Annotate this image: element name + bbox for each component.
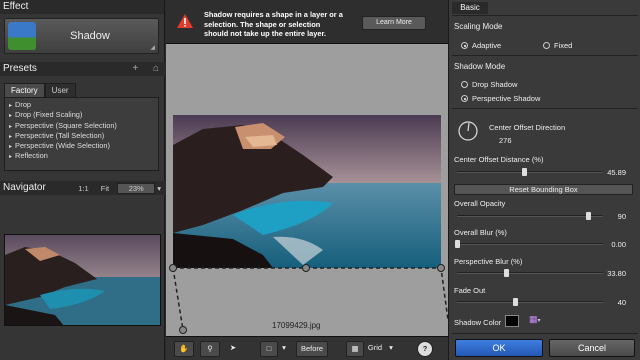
hand-tool-icon[interactable]: ✋ bbox=[174, 341, 194, 357]
effect-header: Effect bbox=[0, 0, 164, 14]
center-offset-direction-label: Center Offset Direction bbox=[489, 123, 566, 132]
color-picker-icon[interactable]: ▦▾ bbox=[529, 314, 541, 325]
preset-item[interactable]: Reflection bbox=[9, 151, 158, 161]
grid-icon[interactable]: ▦ bbox=[346, 341, 364, 357]
main-image[interactable] bbox=[173, 115, 441, 268]
overall-blur-label: Overall Blur (%) bbox=[454, 228, 507, 237]
slider-thumb[interactable] bbox=[513, 298, 519, 306]
center-offset-direction-value[interactable]: 276 bbox=[499, 136, 512, 145]
radio-drop-shadow[interactable]: Drop Shadow bbox=[461, 80, 517, 89]
navigator-preview[interactable] bbox=[4, 234, 161, 326]
slider-thumb[interactable] bbox=[504, 269, 510, 277]
center-offset-distance-value[interactable]: 45.89 bbox=[596, 168, 626, 177]
warning-banner: Shadow requires a shape in a layer or a … bbox=[166, 0, 448, 44]
home-icon[interactable]: ⌂ bbox=[153, 63, 159, 74]
photo-canvas bbox=[173, 115, 441, 268]
fade-out-slider[interactable] bbox=[457, 298, 603, 306]
overall-opacity-slider[interactable] bbox=[457, 212, 603, 220]
warning-text: Shadow requires a shape in a layer or a … bbox=[204, 10, 343, 38]
dropdown-arrow-icon: ◢ bbox=[150, 45, 155, 51]
preset-list: Drop Drop (Fixed Scaling) Perspective (S… bbox=[4, 97, 159, 171]
radio-adaptive[interactable]: Adaptive bbox=[461, 41, 501, 50]
before-button[interactable]: Before bbox=[296, 341, 328, 357]
preset-tabs: Factory User bbox=[4, 83, 76, 97]
learn-more-button[interactable]: Learn More bbox=[362, 16, 426, 30]
scaling-mode-title: Scaling Mode bbox=[454, 22, 503, 31]
bbox-handle[interactable] bbox=[302, 264, 310, 272]
overall-opacity-value[interactable]: 90 bbox=[596, 212, 626, 221]
pointer-tool-icon[interactable]: ➤ bbox=[224, 341, 242, 357]
zoom-level-field[interactable]: 23% bbox=[117, 183, 156, 194]
direction-dial-icon[interactable] bbox=[457, 120, 479, 142]
add-preset-icon[interactable]: + bbox=[132, 63, 138, 74]
bbox-handle[interactable] bbox=[169, 264, 177, 272]
navigator-title: Navigator bbox=[3, 182, 46, 193]
navigator-header: Navigator 1:1 Fit 23% ▾ bbox=[0, 181, 165, 195]
center-offset-distance-slider[interactable] bbox=[457, 168, 603, 176]
overall-blur-slider[interactable] bbox=[455, 240, 603, 248]
radio-perspective-shadow[interactable]: Perspective Shadow bbox=[461, 94, 540, 103]
preset-item[interactable]: Drop bbox=[9, 100, 158, 110]
perspective-blur-slider[interactable] bbox=[457, 269, 603, 277]
zoom-dropdown-icon[interactable]: ▾ bbox=[157, 184, 161, 193]
warning-icon bbox=[177, 14, 193, 28]
shadow-mode-title: Shadow Mode bbox=[454, 62, 506, 71]
navigator-image bbox=[5, 235, 160, 325]
preset-item[interactable]: Drop (Fixed Scaling) bbox=[9, 110, 158, 120]
radio-fixed[interactable]: Fixed bbox=[543, 41, 572, 50]
slider-thumb[interactable] bbox=[455, 240, 460, 248]
slider-thumb[interactable] bbox=[586, 212, 592, 220]
zoom-1to1-button[interactable]: 1:1 bbox=[78, 184, 88, 193]
bbox-handle[interactable] bbox=[437, 264, 445, 272]
perspective-blur-value[interactable]: 33.80 bbox=[596, 269, 626, 278]
bbox-handle[interactable] bbox=[179, 326, 187, 334]
compare-dropdown-icon[interactable]: ▾ bbox=[279, 341, 289, 357]
reset-bounding-box-button[interactable]: Reset Bounding Box bbox=[454, 184, 633, 195]
canvas-toolbar: ✋ ⚲ ➤ □ ▾ Before ▦ Grid ▾ ? bbox=[166, 336, 448, 360]
tab-factory[interactable]: Factory bbox=[4, 83, 45, 97]
perspective-blur-label: Perspective Blur (%) bbox=[454, 257, 523, 266]
preset-item[interactable]: Perspective (Tall Selection) bbox=[9, 131, 158, 141]
preset-item[interactable]: Perspective (Wide Selection) bbox=[9, 141, 158, 151]
grid-button[interactable]: Grid bbox=[365, 341, 385, 357]
presets-title: Presets bbox=[3, 63, 37, 74]
canvas-area: Shadow requires a shape in a layer or a … bbox=[166, 0, 448, 360]
ok-button[interactable]: OK bbox=[455, 339, 543, 357]
shadow-color-swatch[interactable] bbox=[505, 315, 519, 327]
presets-header: Presets + ⌂ bbox=[0, 62, 165, 76]
preset-item[interactable]: Perspective (Square Selection) bbox=[9, 121, 158, 131]
shadow-color-label: Shadow Color bbox=[454, 318, 502, 327]
overall-opacity-label: Overall Opacity bbox=[454, 199, 506, 208]
grid-dropdown-icon[interactable]: ▾ bbox=[386, 341, 396, 357]
effect-thumbnail bbox=[8, 22, 36, 50]
fade-out-value[interactable]: 40 bbox=[596, 298, 626, 307]
settings-panel: Basic Scaling Mode Adaptive Fixed Shadow… bbox=[448, 0, 640, 360]
effect-name: Shadow bbox=[70, 30, 110, 42]
filename-label: 17099429.jpg bbox=[272, 321, 321, 330]
left-panel: Effect Shadow ◢ Presets + ⌂ Factory User … bbox=[0, 0, 165, 360]
tab-basic[interactable]: Basic bbox=[452, 2, 488, 14]
overall-blur-value[interactable]: 0.00 bbox=[596, 240, 626, 249]
help-icon[interactable]: ? bbox=[417, 341, 433, 357]
compare-icon[interactable]: □ bbox=[260, 341, 278, 357]
tab-user[interactable]: User bbox=[44, 83, 76, 97]
effect-selector[interactable]: Shadow ◢ bbox=[4, 18, 159, 54]
zoom-tool-icon[interactable]: ⚲ bbox=[200, 341, 220, 357]
fade-out-label: Fade Out bbox=[454, 286, 486, 295]
center-offset-distance-label: Center Offset Distance (%) bbox=[454, 155, 544, 164]
zoom-fit-button[interactable]: Fit bbox=[101, 184, 109, 193]
slider-thumb[interactable] bbox=[522, 168, 528, 176]
cancel-button[interactable]: Cancel bbox=[549, 339, 635, 357]
